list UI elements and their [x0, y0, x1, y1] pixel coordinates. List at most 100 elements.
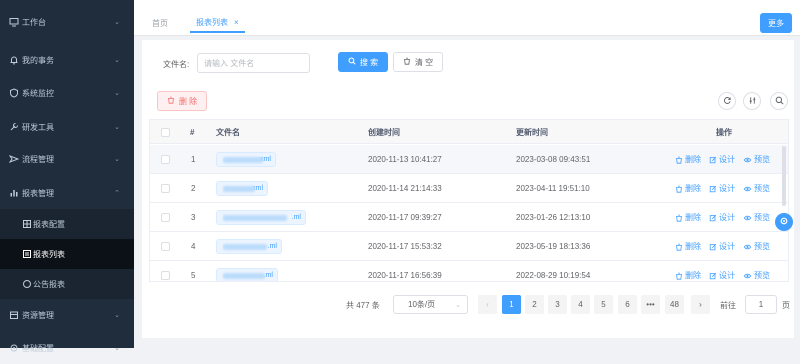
row-created: 2020-11-14 21:14:33	[368, 184, 442, 193]
row-delete-button[interactable]: 删除	[675, 241, 701, 252]
search-icon	[348, 57, 356, 67]
prev-page-button[interactable]: ‹	[478, 295, 497, 314]
file-name-tag[interactable]: .ml	[216, 239, 282, 254]
sidebar-item-dev-tools[interactable]: 研发工具 ⌄	[0, 111, 134, 143]
row-design-button[interactable]: 设计	[709, 154, 735, 165]
settings-float-button[interactable]	[775, 213, 793, 231]
columns-button[interactable]	[743, 92, 761, 110]
sidebar-subitem-notice-report[interactable]: 公告报表	[0, 269, 134, 299]
row-delete-button[interactable]: 删除	[675, 212, 701, 223]
row-delete-label: 删除	[685, 213, 701, 222]
delete-button[interactable]: 删 除	[157, 91, 207, 111]
row-preview-label: 预览	[754, 155, 770, 164]
row-delete-button[interactable]: 删除	[675, 183, 701, 194]
eye-icon	[743, 215, 752, 220]
sidebar-subitem-report-list[interactable]: 报表列表	[0, 239, 134, 269]
clear-button[interactable]: 清 空	[393, 52, 443, 72]
tab-label: 报表列表	[196, 17, 228, 27]
toggle-search-button[interactable]	[770, 92, 788, 110]
file-name-tag[interactable]: xml	[216, 181, 268, 196]
sidebar-item-my-affairs[interactable]: 我的事务 ⌄	[0, 44, 134, 76]
tab-report-list[interactable]: 报表列表 ×	[190, 13, 245, 33]
row-checkbox[interactable]	[161, 174, 170, 203]
sidebar-item-label: 工作台	[22, 17, 46, 27]
close-icon[interactable]: ×	[234, 18, 239, 27]
file-name-tag[interactable]: .xml	[216, 152, 276, 167]
row-created: 2020-11-17 09:39:27	[368, 213, 442, 222]
redacted-file-name	[223, 157, 263, 163]
page-button[interactable]: 3	[548, 295, 567, 314]
trash-icon	[676, 185, 682, 193]
sidebar-item-resource-mgmt[interactable]: 资源管理 ⌄	[0, 299, 134, 331]
row-preview-button[interactable]: 预览	[743, 241, 770, 252]
row-checkbox[interactable]	[161, 261, 170, 281]
more-pages-button[interactable]: •••	[641, 295, 660, 314]
file-name-tag[interactable]: .ml	[216, 210, 306, 225]
file-name-tag[interactable]: .ml	[216, 268, 278, 281]
page-size-select[interactable]: 10条/页 ⌄	[393, 295, 468, 314]
gear-icon	[779, 216, 789, 228]
trash-icon	[167, 96, 175, 106]
sidebar-item-basic-config[interactable]: 基础配置 ⌄	[0, 332, 134, 364]
sidebar-subitem-label: 公告报表	[33, 279, 65, 289]
row-design-button[interactable]: 设计	[709, 241, 735, 252]
row-checkbox[interactable]	[161, 203, 170, 232]
page-button[interactable]: 4	[571, 295, 590, 314]
redacted-file-name	[223, 244, 267, 250]
edit-icon	[709, 243, 717, 250]
page-size-value: 10条/页	[408, 300, 436, 309]
row-design-button[interactable]: 设计	[709, 212, 735, 223]
search-button[interactable]: 搜 索	[338, 52, 388, 72]
row-delete-button[interactable]: 删除	[675, 270, 701, 281]
tags-view: 首页 报表列表 × 更多	[134, 6, 800, 36]
table-scrollbar[interactable]	[782, 146, 786, 206]
sidebar-item-report-mgmt[interactable]: 报表管理 ⌃	[0, 177, 134, 209]
row-delete-button[interactable]: 删除	[675, 154, 701, 165]
tab-home[interactable]: 首页	[152, 13, 168, 33]
row-preview-label: 预览	[754, 271, 770, 280]
row-preview-label: 预览	[754, 184, 770, 193]
next-page-button[interactable]: ›	[691, 295, 710, 314]
select-all-checkbox[interactable]	[161, 120, 170, 144]
page-button[interactable]: 48	[665, 295, 684, 314]
row-design-button[interactable]: 设计	[709, 270, 735, 281]
chart-icon	[9, 188, 19, 198]
col-updated: 更新时间	[516, 127, 548, 137]
row-preview-button[interactable]: 预览	[743, 154, 770, 165]
page-button[interactable]: 2	[525, 295, 544, 314]
delete-button-label: 删 除	[178, 96, 198, 106]
row-actions: 删除 设计 预览	[675, 145, 778, 174]
more-button[interactable]: 更多	[760, 13, 792, 33]
row-created: 2020-11-13 10:41:27	[368, 155, 442, 164]
table-row[interactable]: 2 xml 2020-11-14 21:14:33 2023-04-11 19:51:…	[150, 174, 788, 203]
table-row[interactable]: 5 .ml 2020-11-17 16:56:39 2022-08-29 10:19:…	[150, 261, 788, 281]
sidebar-item-workbench[interactable]: 工作台 ⌄	[0, 6, 134, 38]
table-row[interactable]: 4 .ml 2020-11-17 15:53:32 2023-05-19 18:13:…	[150, 232, 788, 261]
row-design-label: 设计	[719, 271, 735, 280]
row-delete-label: 删除	[685, 155, 701, 164]
row-checkbox[interactable]	[161, 145, 170, 174]
sidebar-item-process[interactable]: 流程管理 ⌄	[0, 143, 134, 175]
table-row[interactable]: 3 .ml 2020-11-17 09:39:27 2023-01-26 12:13:…	[150, 203, 788, 232]
table-row[interactable]: 1 .xml 2020-11-13 10:41:27 2023-03-08 09:43…	[150, 145, 788, 174]
row-preview-button[interactable]: 预览	[743, 270, 770, 281]
row-preview-button[interactable]: 预览	[743, 183, 770, 194]
trash-icon	[676, 243, 682, 251]
row-design-button[interactable]: 设计	[709, 183, 735, 194]
sidebar-item-system-monitor[interactable]: 系统监控 ⌄	[0, 77, 134, 109]
sidebar-subitem-report-config[interactable]: 报表配置	[0, 209, 134, 239]
page-button[interactable]: 1	[502, 295, 521, 314]
row-preview-button[interactable]: 预览	[743, 212, 770, 223]
row-updated: 2023-05-19 18:13:36	[516, 242, 591, 251]
refresh-button[interactable]	[718, 92, 736, 110]
file-name-input[interactable]	[197, 53, 310, 73]
row-design-label: 设计	[719, 213, 735, 222]
row-checkbox[interactable]	[161, 232, 170, 261]
page-button[interactable]: 6	[618, 295, 637, 314]
goto-page-input[interactable]: 1	[745, 295, 777, 314]
row-updated: 2023-01-26 12:13:10	[516, 213, 591, 222]
tab-label: 首页	[152, 18, 168, 28]
chevron-down-icon: ⌄	[114, 156, 120, 163]
page-button[interactable]: 5	[594, 295, 613, 314]
edit-icon	[709, 272, 717, 279]
